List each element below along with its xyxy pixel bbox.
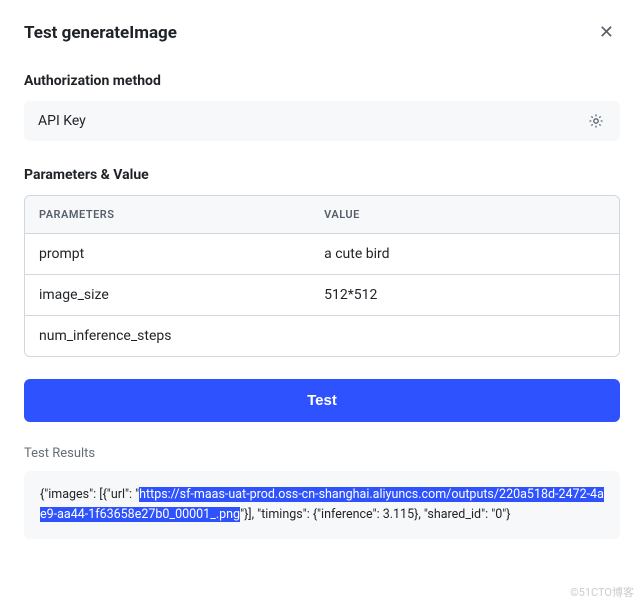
gear-icon <box>588 113 604 129</box>
param-value[interactable]: a cute bird <box>310 234 619 274</box>
table-row: prompt a cute bird <box>25 234 619 275</box>
table-row: image_size 512*512 <box>25 275 619 316</box>
close-button[interactable]: ✕ <box>593 20 620 45</box>
dialog-title: Test generateImage <box>24 23 177 43</box>
table-row: num_inference_steps <box>25 316 619 356</box>
param-value[interactable]: 512*512 <box>310 275 619 315</box>
results-text-post: "}], "timings": {"inference": 3.115}, "s… <box>240 507 510 522</box>
param-name: prompt <box>25 234 310 274</box>
auth-method-value: API Key <box>38 113 86 129</box>
params-header-row: PARAMETERS VALUE <box>25 196 619 234</box>
params-table: PARAMETERS VALUE prompt a cute bird imag… <box>24 195 620 357</box>
test-button[interactable]: Test <box>24 379 620 422</box>
param-name: num_inference_steps <box>25 316 310 356</box>
dialog-header: Test generateImage ✕ <box>24 20 620 45</box>
auth-settings-button[interactable] <box>586 111 606 131</box>
params-label: Parameters & Value <box>24 167 620 183</box>
close-icon: ✕ <box>599 22 614 42</box>
auth-label: Authorization method <box>24 73 620 89</box>
watermark: ©51CTO博客 <box>570 584 634 600</box>
params-col-name: PARAMETERS <box>25 196 310 233</box>
auth-method-row: API Key <box>24 101 620 141</box>
param-value[interactable] <box>310 316 619 356</box>
results-text-pre: {"images": [{"url": " <box>40 487 139 502</box>
params-col-value: VALUE <box>310 196 619 233</box>
param-name: image_size <box>25 275 310 315</box>
results-output[interactable]: {"images": [{"url": "https://sf-maas-uat… <box>24 471 620 539</box>
results-label: Test Results <box>24 446 620 461</box>
